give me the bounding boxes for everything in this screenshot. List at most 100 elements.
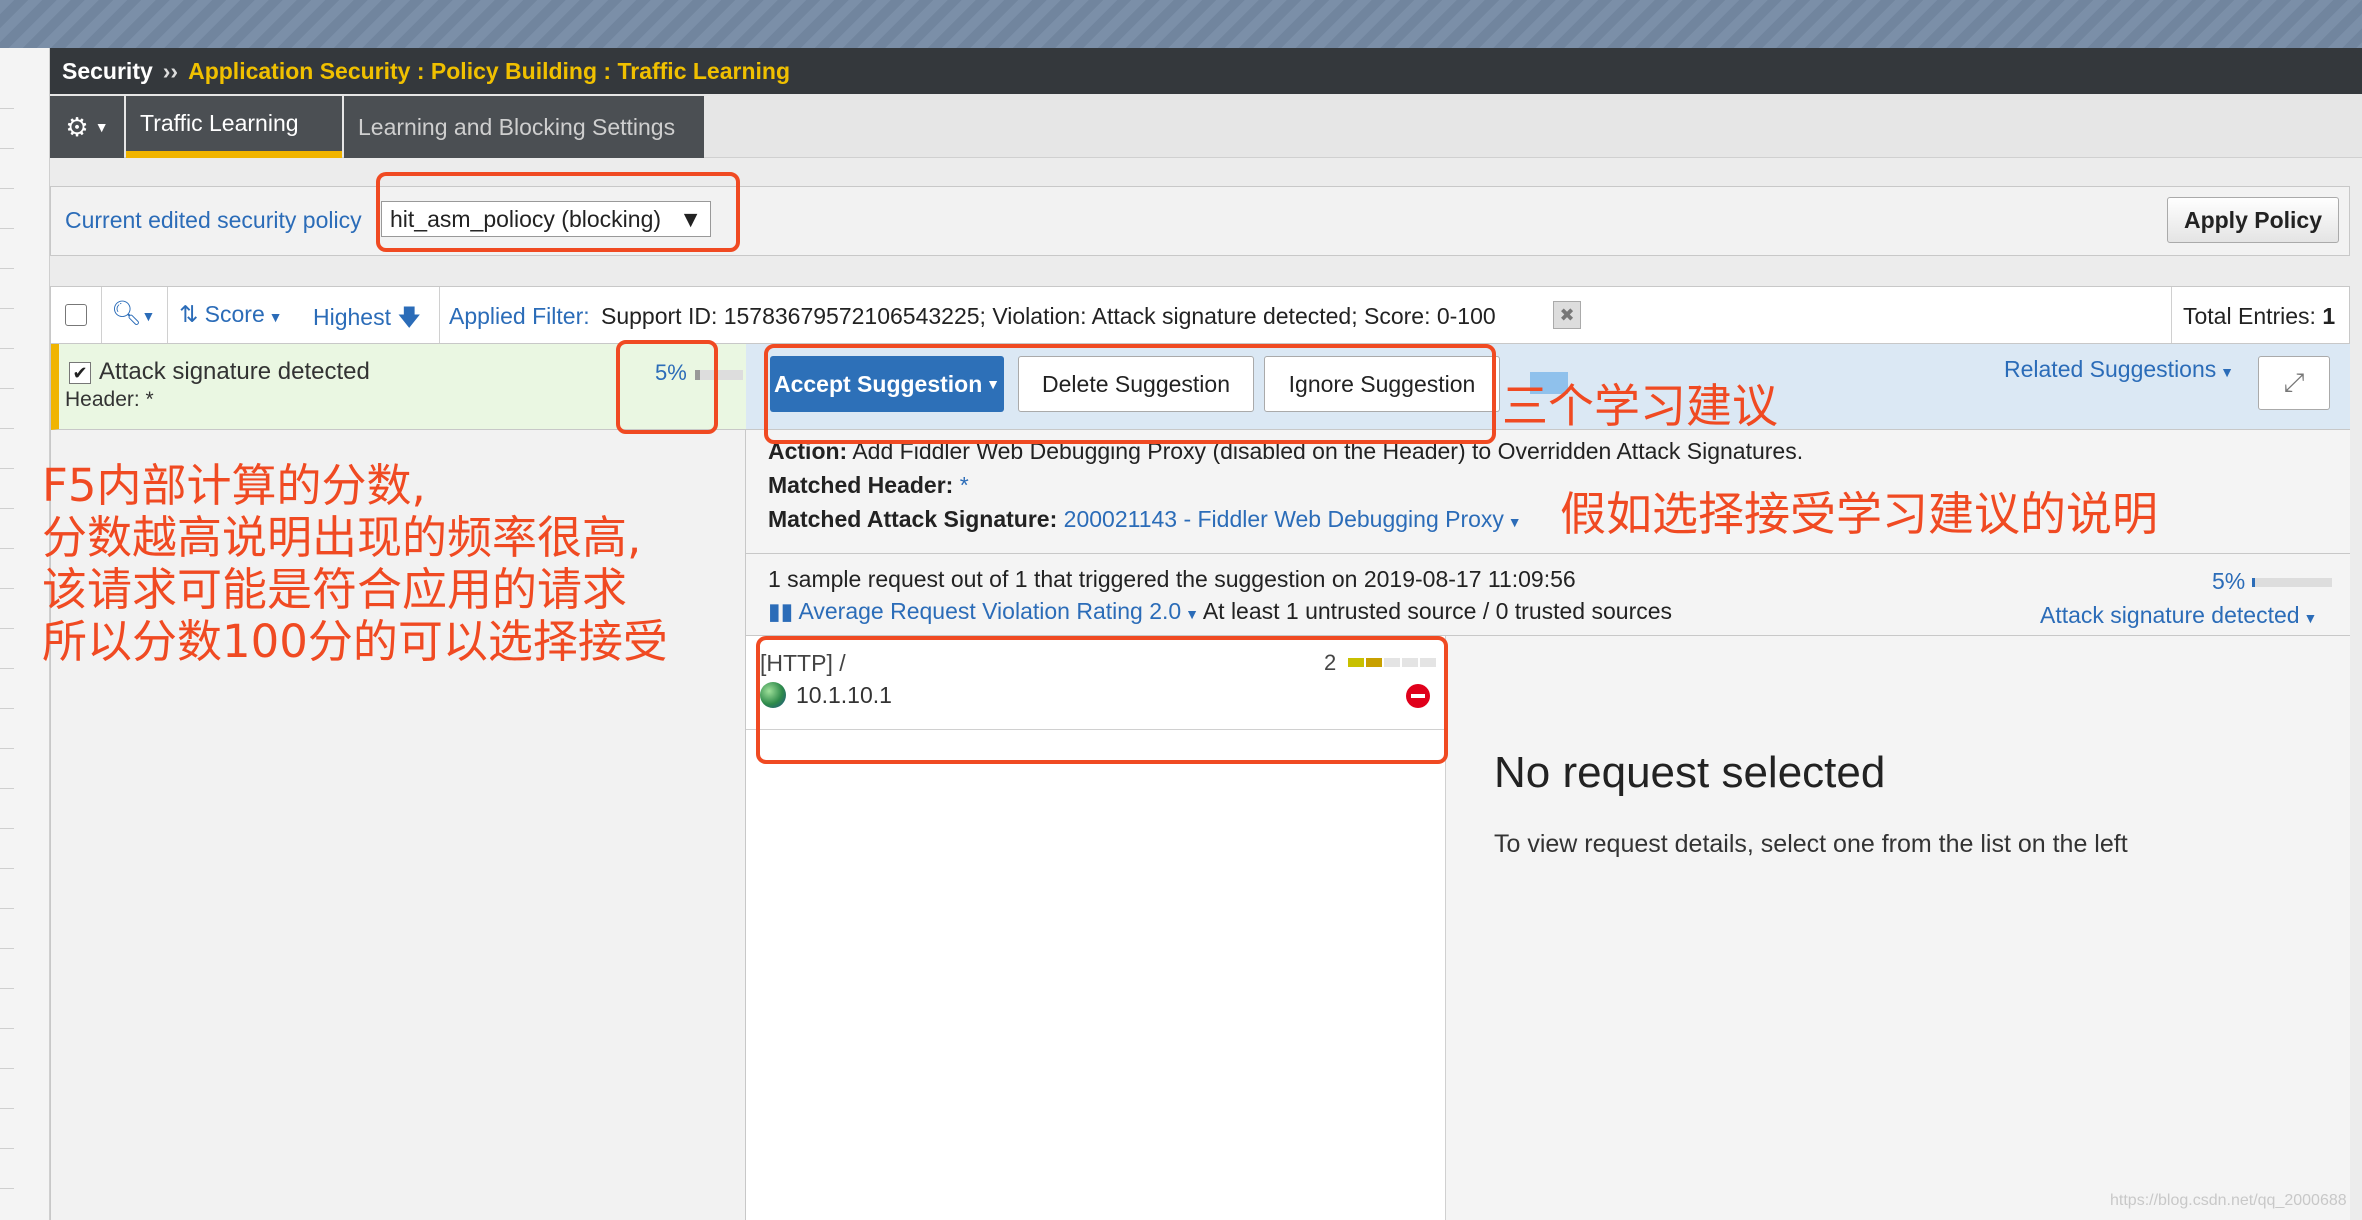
annotation-suggestions-note: 三个学习建议 bbox=[1502, 379, 1778, 433]
divider bbox=[0, 148, 14, 149]
filter-bar: 🔍︎▼ ⇅ Score ▼ Highest 🡇 Applied Filter: … bbox=[50, 286, 2350, 344]
divider bbox=[0, 788, 14, 789]
divider bbox=[0, 388, 14, 389]
sort-icon: ⇅ bbox=[179, 301, 205, 327]
divider bbox=[0, 708, 14, 709]
item-subtitle: Header: * bbox=[65, 388, 154, 411]
applied-filter-text: Support ID: 15783679572106543225; Violat… bbox=[601, 303, 1496, 329]
violation-dropdown[interactable]: Attack signature detected ▼ bbox=[2040, 602, 2317, 629]
sort-field-label: Score bbox=[204, 301, 265, 327]
annotation-box-score bbox=[616, 340, 718, 434]
apply-policy-button[interactable]: Apply Policy bbox=[2167, 197, 2339, 243]
suggestion-detail-pane: Accept Suggestion ▼ Delete Suggestion Ig… bbox=[746, 344, 2350, 1220]
annotation-line: 所以分数100分的可以选择接受 bbox=[42, 615, 668, 668]
annotation-box-suggestions bbox=[764, 344, 1496, 444]
matched-signature-link[interactable]: 200021143 - Fiddler Web Debugging Proxy bbox=[1064, 506, 1504, 532]
request-list-empty-area bbox=[746, 730, 1446, 1220]
chevron-down-icon: ▼ bbox=[2299, 610, 2318, 626]
tab-bar: ⚙ ▼ Traffic Learning Learning and Blocki… bbox=[50, 94, 2362, 158]
divider bbox=[0, 1068, 14, 1069]
divider bbox=[0, 588, 14, 589]
breadcrumb: Security ›› Application Security : Polic… bbox=[50, 48, 2362, 94]
divider bbox=[0, 228, 14, 229]
annotation-box-request bbox=[756, 636, 1448, 764]
divider bbox=[0, 988, 14, 989]
divider bbox=[0, 948, 14, 949]
matched-header-value: * bbox=[959, 472, 969, 498]
breadcrumb-path[interactable]: Application Security : Policy Building :… bbox=[188, 58, 790, 85]
bar-chart-icon: ▮▮ bbox=[768, 598, 799, 624]
related-suggestions-dropdown[interactable]: Related Suggestions ▼ bbox=[2004, 356, 2234, 383]
sample-request-summary: 1 sample request out of 1 that triggered… bbox=[746, 554, 2350, 636]
related-suggestions-label: Related Suggestions bbox=[2004, 356, 2217, 382]
sources-text: At least 1 untrusted source / 0 trusted … bbox=[1202, 598, 1673, 624]
sort-order-dropdown[interactable]: Highest 🡇 bbox=[313, 301, 421, 340]
item-checkbox[interactable]: ✔ bbox=[69, 362, 91, 384]
gear-icon: ⚙ bbox=[65, 111, 89, 142]
annotation-line: 该请求可能是符合应用的请求 bbox=[42, 563, 628, 616]
annotation-box-policy bbox=[376, 172, 740, 252]
request-detail-empty-state: No request selected To view request deta… bbox=[1446, 636, 2350, 1220]
annotation-score-note: F5内部计算的分数, 分数越高说明出现的频率很高, 该请求可能是符合应用的请求 … bbox=[42, 460, 668, 668]
breadcrumb-separator: ›› bbox=[162, 57, 179, 84]
sort-field-dropdown[interactable]: ⇅ Score ▼ bbox=[179, 301, 283, 328]
sample-summary: 1 sample request out of 1 that triggered… bbox=[768, 566, 1576, 592]
divider bbox=[0, 428, 14, 429]
annotation-line: 分数越高说明出现的频率很高, bbox=[42, 511, 642, 564]
divider bbox=[0, 108, 14, 109]
matched-header-label: Matched Header: bbox=[768, 472, 954, 498]
chevron-down-icon: ▼ bbox=[141, 308, 156, 324]
empty-state-subtitle: To view request details, select one from… bbox=[1494, 830, 2128, 858]
total-entries-value: 1 bbox=[2322, 303, 2336, 329]
divider bbox=[2171, 287, 2172, 343]
desktop-background bbox=[0, 0, 2362, 48]
divider bbox=[439, 287, 440, 343]
matched-signature-row: Matched Attack Signature: 200021143 - Fi… bbox=[768, 506, 1522, 533]
sort-order-label: Highest bbox=[313, 304, 391, 330]
sample-score-bar bbox=[2252, 578, 2332, 587]
divider bbox=[0, 548, 14, 549]
select-all-checkbox[interactable] bbox=[65, 304, 87, 326]
chevron-down-icon: ▼ bbox=[94, 119, 109, 135]
chevron-down-icon[interactable]: ▼ bbox=[1504, 514, 1522, 530]
expand-icon[interactable]: ⤢ bbox=[2258, 356, 2330, 410]
policy-label: Current edited security policy bbox=[65, 207, 362, 233]
applied-filter-label: Applied Filter: bbox=[449, 303, 590, 329]
divider bbox=[0, 508, 14, 509]
tab-learning-and-blocking-settings[interactable]: Learning and Blocking Settings bbox=[344, 96, 704, 158]
matched-signature-label: Matched Attack Signature: bbox=[768, 506, 1058, 532]
search-menu-button[interactable]: 🔍︎▼ bbox=[111, 299, 155, 328]
search-icon: 🔍︎ bbox=[111, 300, 142, 327]
empty-state-title: No request selected bbox=[1494, 748, 1886, 797]
annotation-explanation-note: 假如选择接受学习建议的说明 bbox=[1560, 487, 2158, 541]
divider bbox=[0, 268, 14, 269]
divider bbox=[101, 287, 102, 343]
settings-menu-button[interactable]: ⚙ ▼ bbox=[50, 96, 124, 158]
watermark: https://blog.csdn.net/qq_2000688 bbox=[2110, 1192, 2347, 1209]
tab-traffic-learning[interactable]: Traffic Learning bbox=[126, 96, 342, 158]
divider bbox=[0, 748, 14, 749]
total-entries-label: Total Entries: bbox=[2183, 303, 2316, 329]
divider bbox=[0, 668, 14, 669]
sample-score: 5% bbox=[2212, 568, 2246, 594]
divider bbox=[0, 1108, 14, 1109]
annotation-line: F5内部计算的分数, bbox=[42, 459, 426, 512]
divider bbox=[0, 868, 14, 869]
arrow-down-icon: 🡇 bbox=[390, 304, 422, 330]
chevron-down-icon[interactable]: ▼ bbox=[1181, 606, 1203, 622]
divider bbox=[0, 1028, 14, 1029]
sample-rating-row: ▮▮ Average Request Violation Rating 2.0 … bbox=[768, 598, 1672, 625]
divider bbox=[0, 468, 14, 469]
divider bbox=[0, 828, 14, 829]
divider bbox=[0, 348, 14, 349]
divider bbox=[0, 628, 14, 629]
chevron-down-icon: ▼ bbox=[264, 309, 283, 325]
breadcrumb-root[interactable]: Security bbox=[62, 58, 153, 85]
divider bbox=[0, 908, 14, 909]
violation-label: Attack signature detected bbox=[2040, 602, 2300, 628]
item-title: Attack signature detected bbox=[99, 358, 370, 385]
total-entries: Total Entries: 1 bbox=[2183, 303, 2335, 330]
rating-link[interactable]: Average Request Violation Rating 2.0 bbox=[798, 598, 1181, 624]
divider bbox=[167, 287, 168, 343]
clear-filter-icon[interactable]: ✖ bbox=[1553, 301, 1581, 329]
